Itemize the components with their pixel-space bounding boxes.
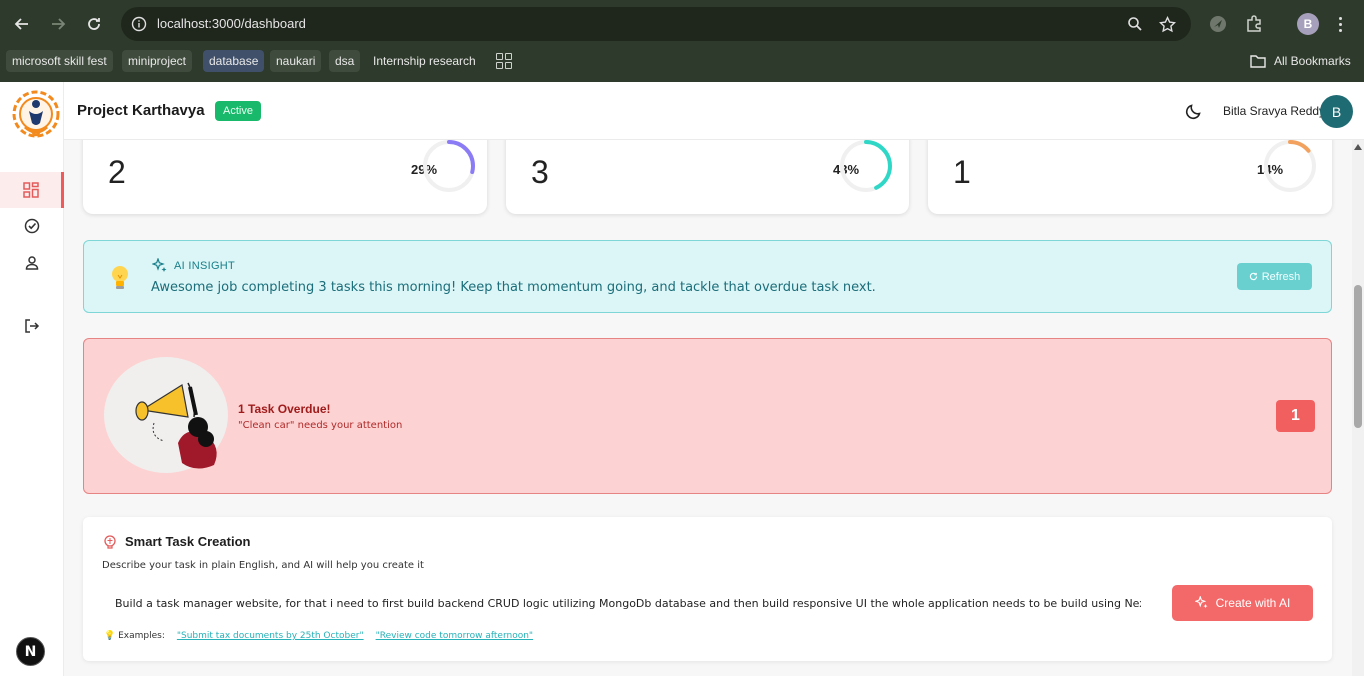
sparkle-icon: [152, 258, 167, 272]
reload-icon[interactable]: [82, 12, 106, 36]
profile-icon: [25, 256, 39, 270]
user-name: Bitla Sravya Reddy: [1223, 104, 1326, 118]
bookmark-item[interactable]: Internship research: [367, 50, 482, 72]
refresh-icon: [1249, 272, 1257, 281]
logout-icon: [25, 319, 40, 333]
browser-profile-avatar[interactable]: B: [1297, 13, 1319, 35]
stat-value: 1: [953, 154, 971, 190]
smart-task-heading: Smart Task Creation: [103, 534, 250, 549]
apps-icon[interactable]: [496, 53, 512, 69]
extension-icon[interactable]: [1206, 12, 1230, 36]
overdue-title: 1 Task Overdue!: [238, 402, 331, 416]
overdue-subtitle: "Clean car" needs your attention: [238, 420, 403, 431]
bookmark-item[interactable]: microsoft skill fest: [6, 50, 113, 72]
megaphone-illustration: [104, 355, 232, 473]
refresh-label: Refresh: [1261, 270, 1301, 283]
stat-value: 3: [531, 154, 549, 190]
bookmark-item[interactable]: naukari: [270, 50, 322, 72]
scroll-up-arrow[interactable]: [1354, 144, 1362, 150]
forward-icon[interactable]: [46, 12, 70, 36]
lightbulb-icon: [108, 263, 132, 293]
sidebar-item-logout[interactable]: [0, 308, 64, 344]
create-with-ai-label: Create with AI: [1215, 596, 1291, 610]
progress-ring: [1264, 140, 1316, 192]
task-description-input[interactable]: [102, 587, 1154, 619]
back-icon[interactable]: [10, 12, 34, 36]
smart-task-title: Smart Task Creation: [125, 534, 251, 549]
bookmark-item[interactable]: miniproject: [122, 50, 193, 72]
sparkle-icon: [1194, 596, 1208, 609]
sidebar-item-profile[interactable]: [0, 245, 64, 281]
overdue-alert-card: 1 Task Overdue! "Clean car" needs your a…: [83, 338, 1332, 494]
bookmarks-bar: microsoft skill fest miniproject databas…: [0, 50, 1364, 72]
app-root: N Project Karthavya Active Bitla Sravya …: [0, 82, 1364, 676]
dark-mode-toggle[interactable]: [1184, 101, 1204, 121]
next-dev-badge[interactable]: N: [16, 637, 45, 666]
example-link[interactable]: "Review code tomorrow afternoon": [376, 631, 533, 641]
ai-insight-card: AI INSIGHT Awesome job completing 3 task…: [83, 240, 1332, 313]
address-bar[interactable]: localhost:3000/dashboard: [121, 7, 1191, 41]
sidebar-item-dashboard[interactable]: [0, 172, 64, 208]
examples-label: Examples:: [118, 631, 165, 641]
all-bookmarks-button[interactable]: All Bookmarks: [1250, 50, 1351, 72]
url-text[interactable]: localhost:3000/dashboard: [157, 16, 306, 31]
page-scrollbar[interactable]: [1352, 140, 1364, 676]
app-header: Project Karthavya Active Bitla Sravya Re…: [64, 82, 1364, 140]
status-badge: Active: [215, 101, 261, 121]
progress-ring: [840, 140, 892, 192]
moon-icon: [1185, 104, 1201, 120]
ai-insight-heading: AI INSIGHT: [152, 258, 235, 274]
folder-icon: [1250, 55, 1266, 68]
star-icon[interactable]: [1157, 14, 1177, 34]
info-icon[interactable]: [129, 14, 149, 34]
examples-heading: 💡 Examples:: [104, 631, 165, 641]
tasks-icon: [24, 218, 40, 234]
sidebar: N: [0, 82, 64, 676]
avatar[interactable]: B: [1320, 95, 1353, 128]
stat-card: 1 14%: [928, 140, 1332, 214]
refresh-button[interactable]: Refresh: [1237, 263, 1312, 290]
stat-card: 3 43%: [506, 140, 909, 214]
main-content: 2 29% 3 43% 1 14% AI INSIGHT Awesome job…: [64, 140, 1352, 676]
all-bookmarks-label: All Bookmarks: [1274, 54, 1351, 68]
app-logo[interactable]: [9, 87, 63, 145]
browser-chrome: localhost:3000/dashboard B microsoft ski…: [0, 0, 1364, 82]
zoom-icon[interactable]: [1125, 14, 1145, 34]
stat-card: 2 29%: [83, 140, 487, 214]
project-title: Project Karthavya: [77, 102, 205, 119]
dashboard-icon: [22, 182, 39, 198]
ai-insight-text: Awesome job completing 3 tasks this morn…: [151, 280, 876, 295]
sidebar-item-tasks[interactable]: [0, 208, 64, 244]
smart-task-description: Describe your task in plain English, and…: [102, 560, 424, 571]
example-link[interactable]: "Submit tax documents by 25th October": [177, 631, 364, 641]
brain-icon: [104, 534, 116, 549]
examples-row: 💡 Examples: "Submit tax documents by 25t…: [104, 631, 533, 641]
bookmark-item[interactable]: dsa: [329, 50, 361, 72]
lightbulb-icon: 💡: [104, 631, 116, 641]
bookmark-item[interactable]: database: [203, 50, 265, 72]
ai-insight-label: AI INSIGHT: [174, 260, 236, 272]
smart-task-card: Smart Task Creation Describe your task i…: [83, 517, 1332, 661]
browser-menu-icon[interactable]: [1333, 13, 1347, 35]
scrollbar-thumb[interactable]: [1354, 285, 1362, 428]
puzzle-icon[interactable]: [1242, 12, 1266, 36]
overdue-count-badge[interactable]: 1: [1276, 400, 1315, 432]
stat-value: 2: [108, 154, 126, 190]
create-with-ai-button[interactable]: Create with AI: [1172, 585, 1313, 621]
progress-ring: [423, 140, 475, 192]
